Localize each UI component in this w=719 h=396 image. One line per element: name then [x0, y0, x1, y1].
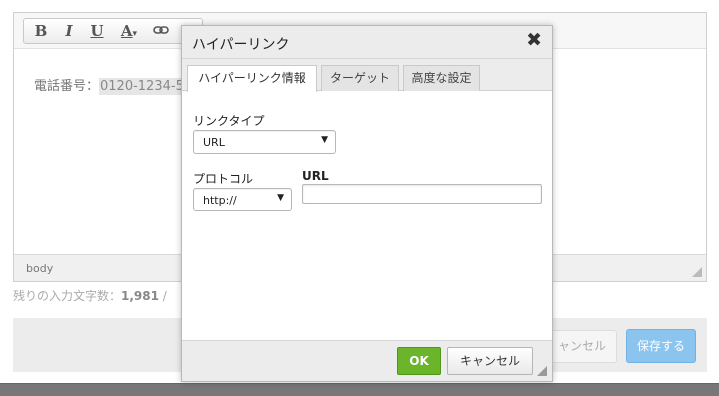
url-label: URL — [302, 169, 329, 183]
phone-label: 電話番号： — [34, 79, 100, 94]
link-icon-graphic — [153, 25, 169, 34]
protocol-select[interactable]: http:// ▼ — [193, 188, 292, 211]
underline-button[interactable]: U — [88, 22, 106, 40]
save-button[interactable]: 保存する — [626, 329, 696, 363]
tab-advanced[interactable]: 高度な設定 — [403, 65, 480, 91]
link-type-select[interactable]: URL ▼ — [193, 130, 336, 154]
text-color-caret-icon: ▾ — [132, 29, 138, 39]
remaining-char-count: 残りの入力文字数：1,981 / — [13, 287, 167, 304]
url-input[interactable] — [302, 184, 542, 204]
char-count-suffix: / — [158, 289, 167, 303]
editor-content[interactable]: 電話番号：0120-1234-5 — [34, 75, 185, 95]
window-bottom-edge — [0, 383, 719, 396]
link-icon[interactable] — [152, 24, 170, 39]
hyperlink-dialog: ハイパーリンク ✖ ハイパーリンク情報 ターゲット 高度な設定 リンクタイプ U… — [181, 25, 553, 382]
protocol-label: プロトコル — [193, 172, 254, 186]
link-type-label: リンクタイプ — [193, 114, 265, 128]
cancel-button[interactable]: キャンセル — [447, 347, 533, 375]
page-cancel-button[interactable]: ャンセル — [543, 330, 617, 363]
chevron-down-icon: ▼ — [321, 135, 328, 145]
char-count-label: 残りの入力文字数： — [13, 289, 122, 303]
element-path[interactable]: body — [26, 262, 53, 275]
bold-button[interactable]: B — [32, 22, 50, 40]
text-color-letter: A — [120, 22, 133, 40]
dialog-title: ハイパーリンク — [192, 37, 290, 53]
text-color-button[interactable]: A▾ — [116, 22, 142, 40]
tab-link-info[interactable]: ハイパーリンク情報 — [187, 65, 317, 92]
resize-grip-icon[interactable] — [692, 267, 702, 277]
dialog-footer: OK キャンセル — [182, 340, 552, 381]
close-icon[interactable]: ✖ — [526, 29, 542, 51]
tab-target[interactable]: ターゲット — [321, 65, 399, 91]
ok-button[interactable]: OK — [397, 347, 441, 375]
dialog-title-bar[interactable]: ハイパーリンク ✖ — [182, 26, 552, 59]
chevron-down-icon: ▼ — [277, 193, 284, 203]
formatting-button-group: B I U A▾ — [23, 18, 203, 44]
dialog-resize-icon[interactable] — [537, 366, 547, 376]
protocol-value: http:// — [203, 194, 237, 207]
link-type-value: URL — [203, 136, 225, 149]
italic-button[interactable]: I — [60, 22, 78, 40]
dialog-tabbar: ハイパーリンク情報 ターゲット 高度な設定 — [182, 59, 552, 92]
phone-value: 0120-1234-5 — [99, 78, 185, 95]
char-count-value: 1,981 — [121, 289, 159, 303]
